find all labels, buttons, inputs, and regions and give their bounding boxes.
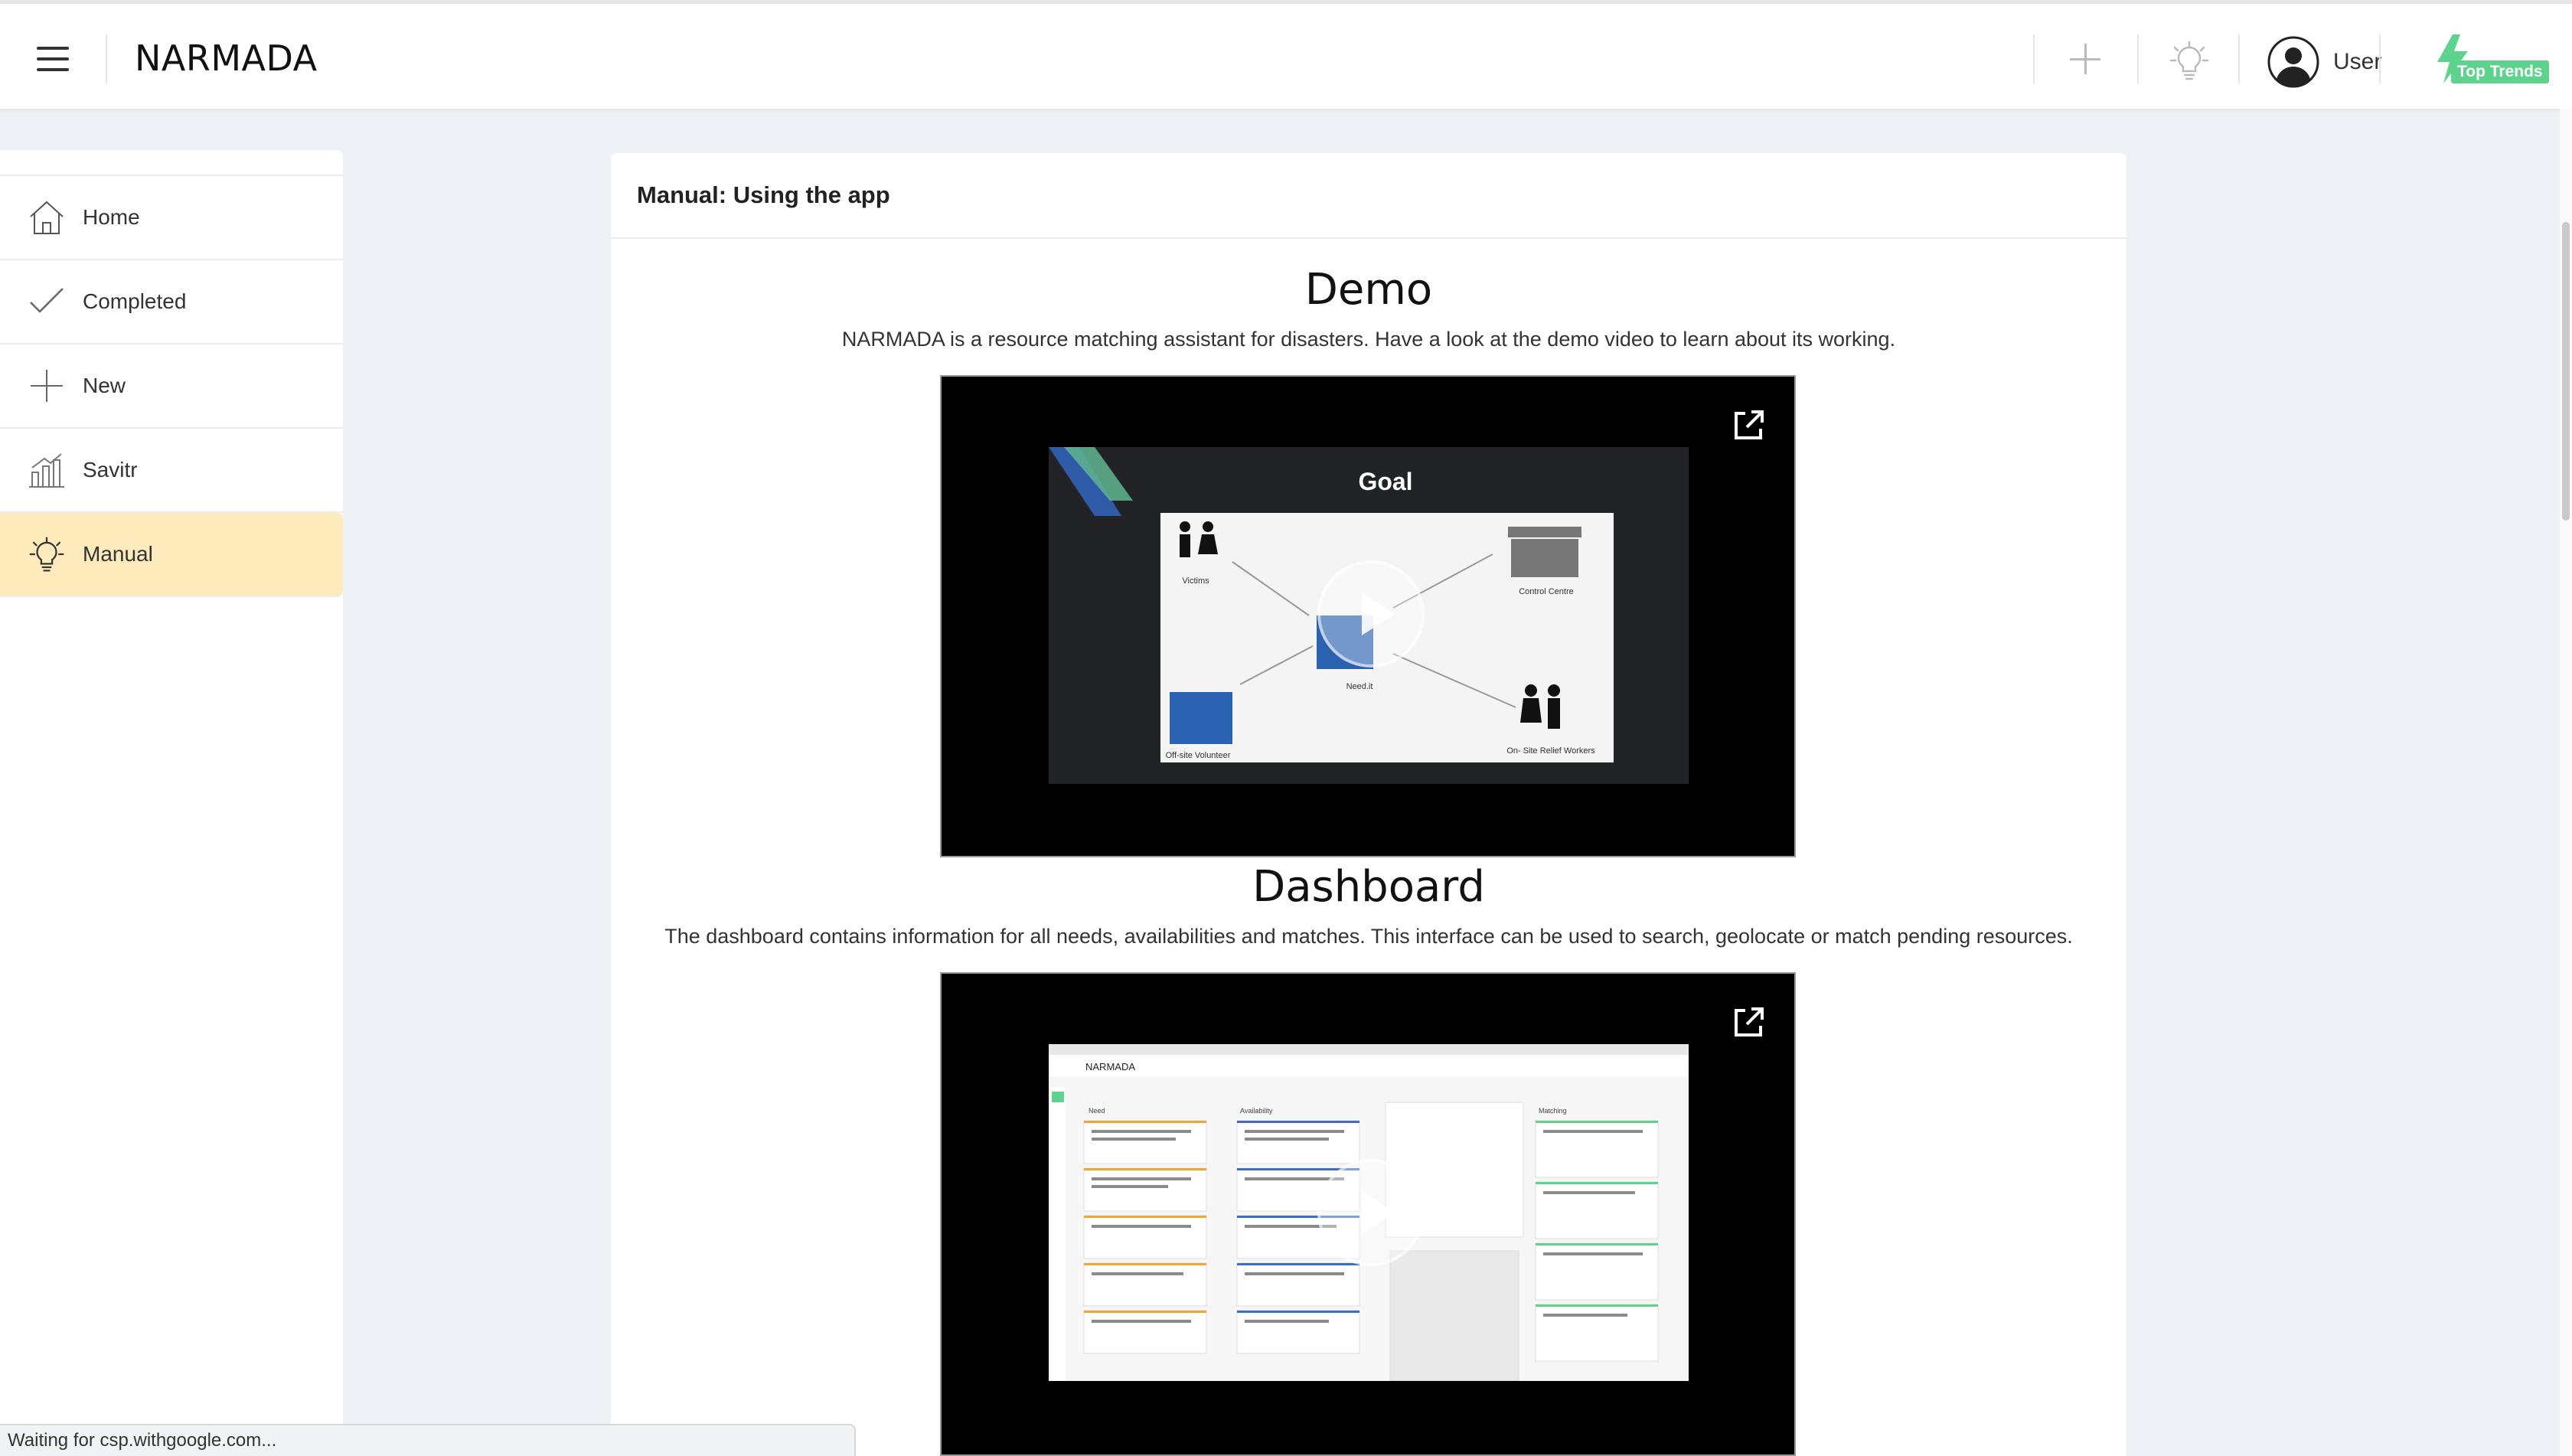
home-icon [30, 201, 64, 234]
section-title: Demo [1304, 265, 1433, 315]
check-icon [30, 288, 64, 313]
menu-icon[interactable] [37, 47, 69, 71]
sidebar-item-label: Manual [83, 542, 153, 566]
plus-icon [31, 370, 63, 402]
add-icon[interactable] [2067, 41, 2104, 77]
play-button[interactable] [1317, 1159, 1425, 1266]
sidebar-item-home[interactable]: Home [0, 176, 343, 260]
avatar-icon [2267, 36, 2319, 88]
chart-icon [29, 453, 64, 488]
scrollbar-thumb[interactable] [2562, 222, 2570, 521]
user-label: User [2333, 49, 2382, 74]
divider [2238, 34, 2240, 83]
thumb-col-availability: Availability [1240, 1107, 1273, 1115]
section-description: The dashboard contains information for a… [664, 925, 2073, 948]
user-menu[interactable]: User [2267, 36, 2381, 88]
section-title: Dashboard [1252, 862, 1485, 912]
thumb-app-title: NARMADA [1085, 1061, 1135, 1072]
section-description: NARMADA is a resource matching assistant… [841, 328, 1896, 351]
browser-status-bar: Waiting for csp.withgoogle.com... [0, 1424, 856, 1456]
divider [106, 34, 107, 83]
sidebar-item-manual[interactable]: Manual [0, 513, 343, 597]
dashboard-video[interactable]: NARMADA Need Availability Matching [940, 972, 1796, 1456]
sidebar: Home Completed New Savitr Manual [0, 150, 343, 1456]
divider [2137, 34, 2139, 83]
slide-title: Goal [1358, 468, 1412, 495]
card-header: Manual: Using the app [611, 153, 2126, 239]
play-button[interactable] [1317, 560, 1425, 668]
manual-card: Manual: Using the app Demo NARMADA is a … [611, 153, 2126, 1456]
thumb-col-matching: Matching [1539, 1107, 1567, 1115]
sidebar-item-label: New [83, 374, 126, 397]
top-trends-label: Top Trends [2451, 60, 2549, 83]
thumb-col-need: Need [1089, 1107, 1105, 1115]
sidebar-item-label: Savitr [83, 458, 138, 482]
bulb-icon [29, 537, 64, 572]
lightbulb-icon[interactable] [2168, 39, 2211, 82]
top-header: NARMADA User Top Trends [0, 0, 2572, 109]
sidebar-item-new[interactable]: New [0, 344, 343, 429]
label-need-it: Need.it [1346, 682, 1373, 691]
top-trends-button[interactable]: Top Trends [2431, 31, 2549, 87]
divider [2033, 34, 2035, 83]
sidebar-item-label: Home [83, 205, 140, 229]
label-victims: Victims [1182, 576, 1209, 586]
open-external-icon[interactable] [1732, 409, 1765, 442]
label-relief-workers: On- Site Relief Workers [1506, 746, 1595, 756]
open-external-icon[interactable] [1732, 1006, 1765, 1040]
label-volunteer: Off-site Volunteer [1166, 751, 1231, 760]
card-title: Manual: Using the app [637, 181, 890, 208]
label-control-centre: Control Centre [1519, 587, 1574, 596]
sidebar-item-completed[interactable]: Completed [0, 260, 343, 344]
sidebar-item-savitr[interactable]: Savitr [0, 429, 343, 513]
sidebar-item-label: Completed [83, 289, 187, 313]
demo-video[interactable]: Goal Victims Control Centre Need.it Off-… [940, 375, 1796, 857]
scrollbar[interactable] [2560, 109, 2572, 1456]
app-title: NARMADA [135, 38, 318, 79]
divider [2379, 34, 2381, 83]
